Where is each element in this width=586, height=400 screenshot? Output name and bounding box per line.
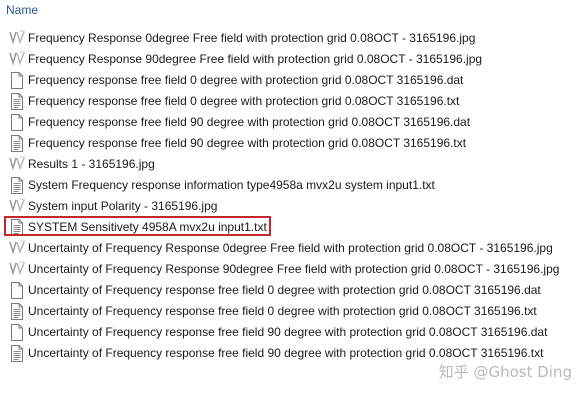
image-file-icon [8,240,26,257]
file-name: Uncertainty of Frequency Response 90degr… [28,262,560,276]
file-name: Uncertainty of Frequency response free f… [28,304,537,318]
file-row[interactable]: Uncertainty of Frequency response free f… [0,322,586,343]
file-row[interactable]: Results 1 - 3165196.jpg [0,154,586,175]
file-row[interactable]: Frequency response free field 90 degree … [0,112,586,133]
file-name: Uncertainty of Frequency response free f… [28,325,548,339]
file-name: Uncertainty of Frequency Response 0degre… [28,241,553,255]
image-file-icon [8,261,26,278]
file-row-highlighted[interactable]: SYSTEM Sensitivety 4958A mvx2u input1.tx… [0,217,586,238]
file-name: Frequency response free field 90 degree … [28,115,471,129]
text-file-icon [8,135,26,152]
file-name: System input Polarity - 3165196.jpg [28,199,218,213]
name-column-header[interactable]: Name [6,2,306,18]
text-file-icon [8,303,26,320]
image-file-icon [8,156,26,173]
file-name: Frequency response free field 90 degree … [28,136,467,150]
file-row[interactable]: Uncertainty of Frequency response free f… [0,280,586,301]
watermark: 知乎 @Ghost Ding [438,363,572,381]
file-row[interactable]: Frequency Response 90degree Free field w… [0,49,586,70]
blank-file-icon [8,72,26,89]
image-file-icon [8,30,26,47]
blank-file-icon [8,324,26,341]
blank-file-icon [8,114,26,131]
file-name: System Frequency response information ty… [28,178,435,192]
file-name: Frequency Response 0degree Free field wi… [28,31,476,45]
blank-file-icon [8,282,26,299]
file-row[interactable]: Uncertainty of Frequency response free f… [0,301,586,322]
file-name: Uncertainty of Frequency response free f… [28,283,541,297]
image-file-icon [8,51,26,68]
text-file-icon [8,93,26,110]
file-list: Frequency Response 0degree Free field wi… [0,28,586,364]
file-name: Frequency Response 90degree Free field w… [28,52,483,66]
file-row[interactable]: System input Polarity - 3165196.jpg [0,196,586,217]
file-name: Frequency response free field 0 degree w… [28,73,464,87]
file-name: Frequency response free field 0 degree w… [28,94,460,108]
file-name: Results 1 - 3165196.jpg [28,157,155,171]
file-row[interactable]: Frequency response free field 90 degree … [0,133,586,154]
file-row[interactable]: Uncertainty of Frequency Response 90degr… [0,259,586,280]
file-row[interactable]: Frequency response free field 0 degree w… [0,91,586,112]
text-file-icon [8,177,26,194]
file-row[interactable]: Frequency response free field 0 degree w… [0,70,586,91]
text-file-icon [8,219,26,236]
file-row[interactable]: System Frequency response information ty… [0,175,586,196]
file-row[interactable]: Frequency Response 0degree Free field wi… [0,28,586,49]
image-file-icon [8,198,26,215]
file-name: SYSTEM Sensitivety 4958A mvx2u input1.tx… [28,220,267,234]
text-file-icon [8,345,26,362]
file-row[interactable]: Uncertainty of Frequency Response 0degre… [0,238,586,259]
